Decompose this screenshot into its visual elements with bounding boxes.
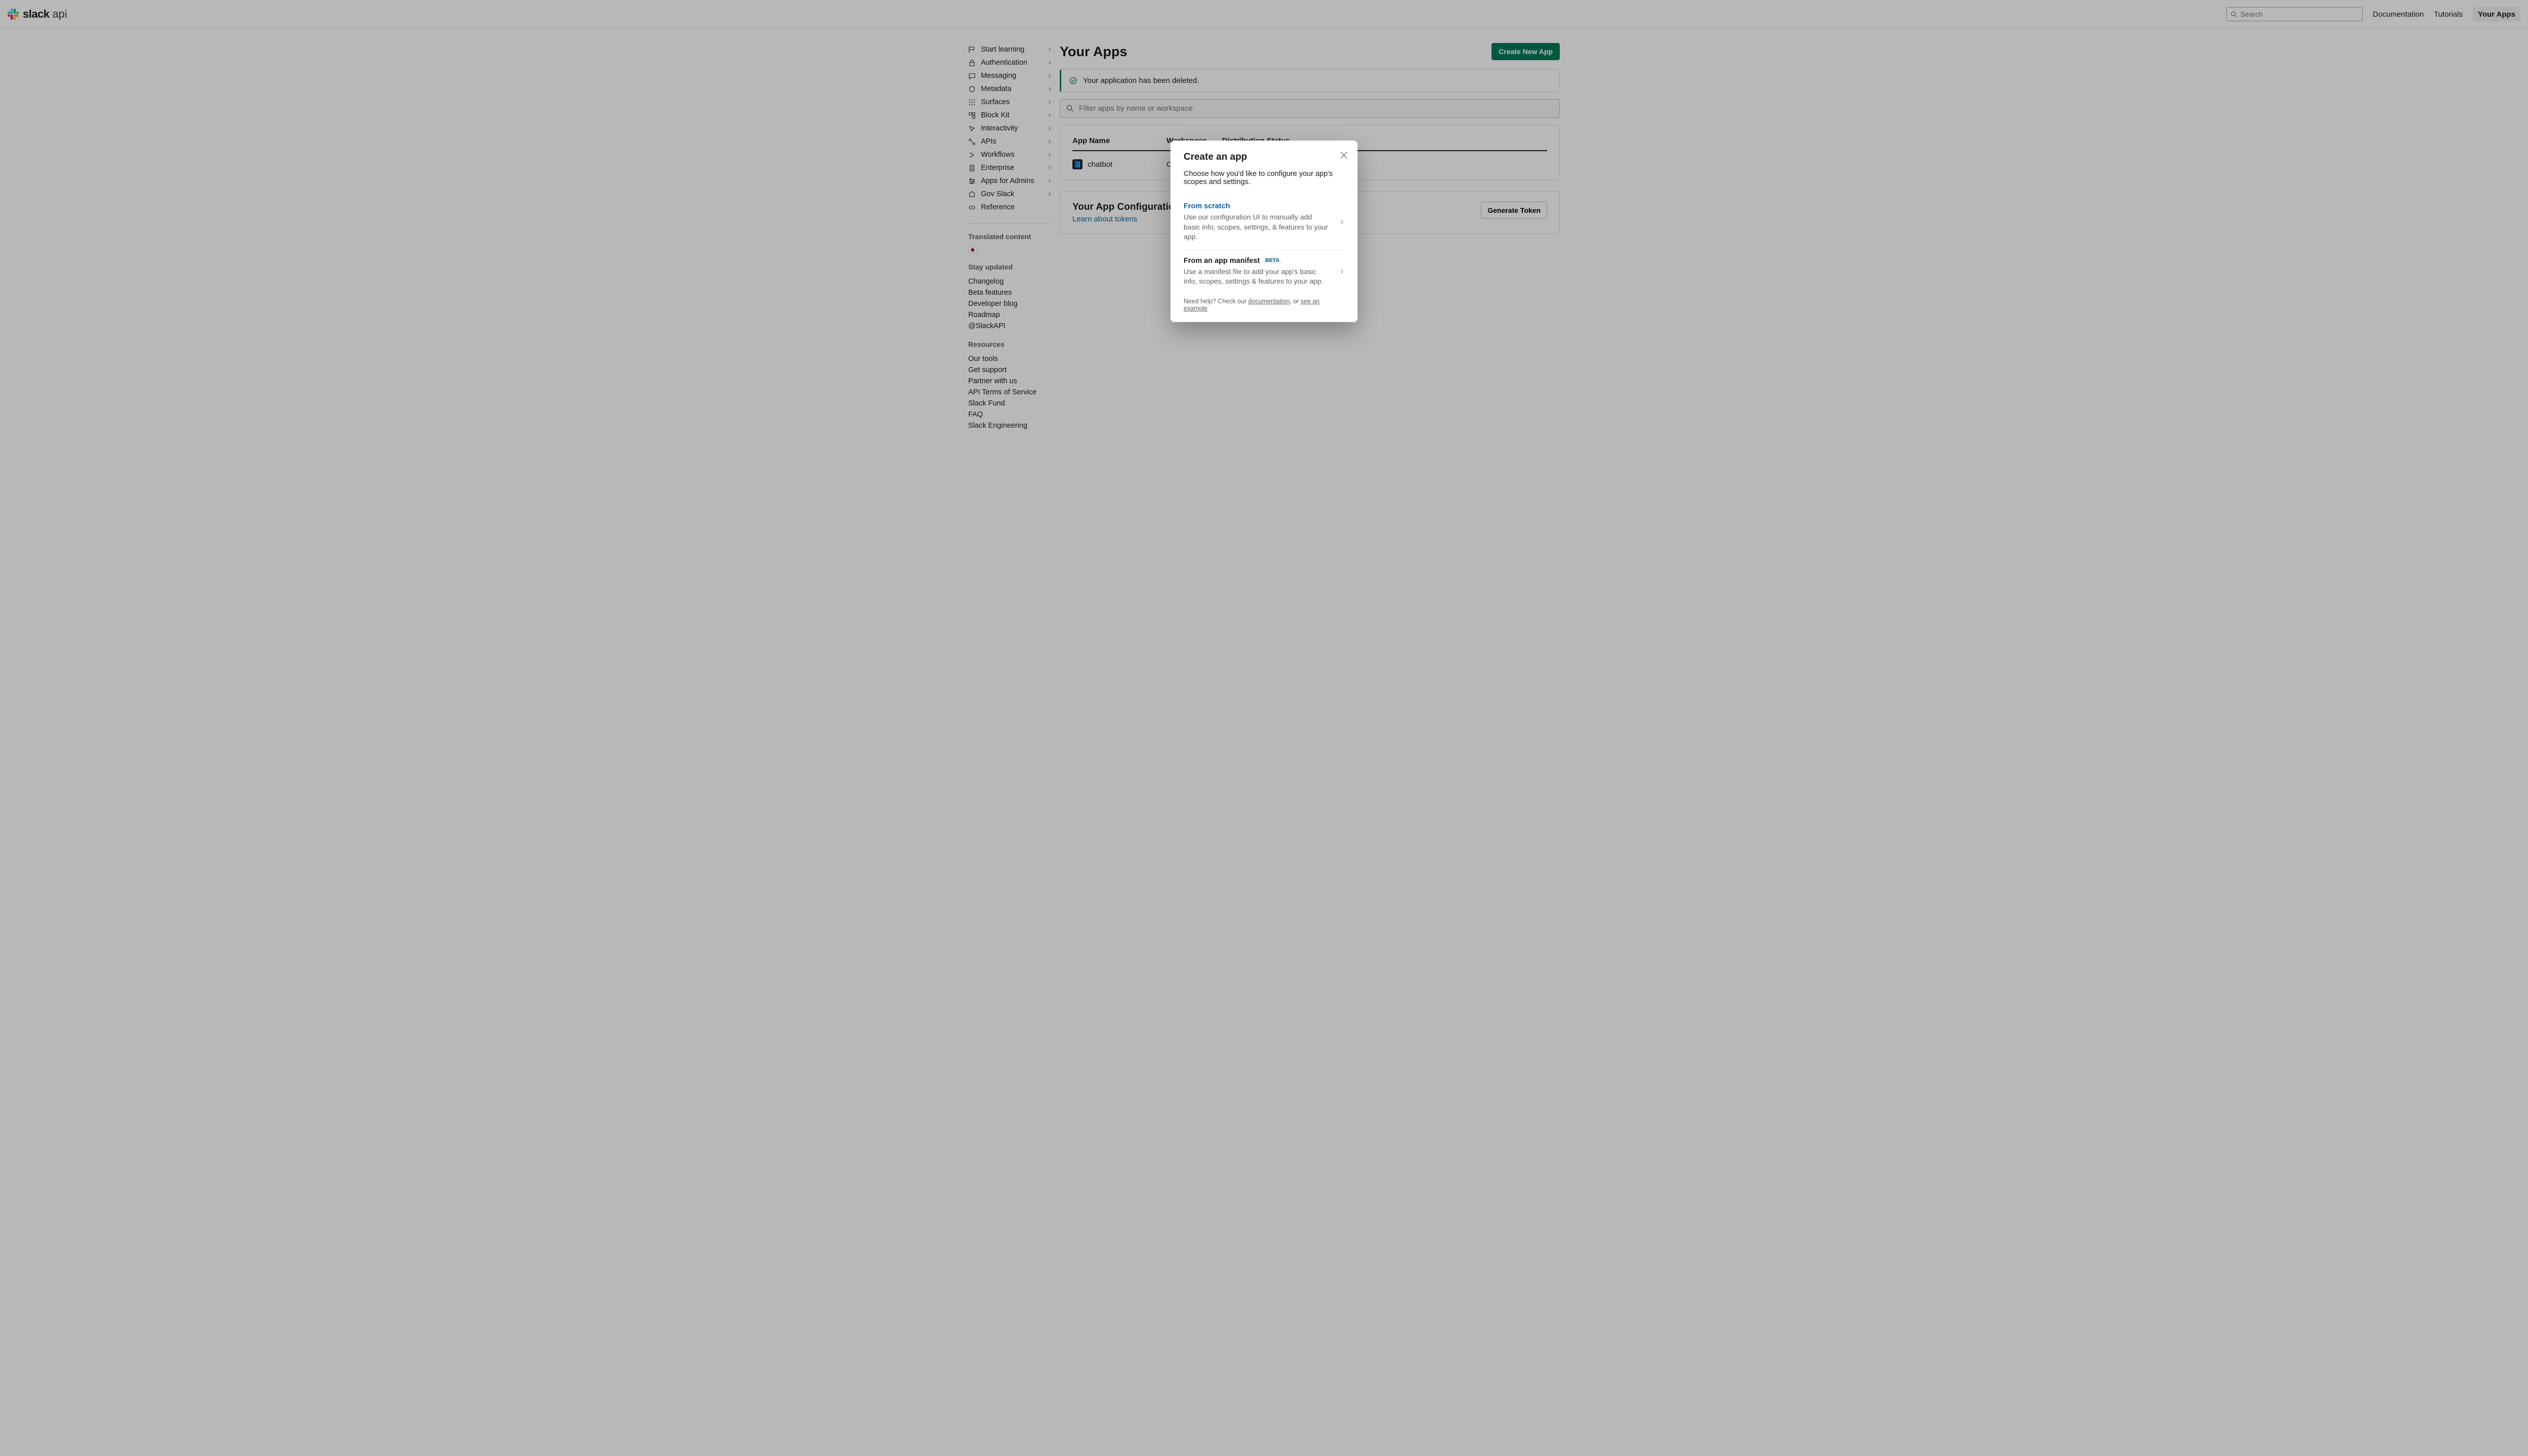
footer-pre: Need help? Check our (1184, 298, 1248, 305)
close-icon[interactable] (1340, 152, 1347, 159)
chevron-right-icon (1339, 269, 1344, 274)
modal-title: Create an app (1184, 152, 1344, 163)
opt2-title: From an app manifest BETA (1184, 257, 1339, 265)
chevron-right-icon (1339, 219, 1344, 224)
option-from-manifest[interactable]: From an app manifest BETA Use a manifest… (1184, 249, 1344, 294)
documentation-link[interactable]: documentation (1248, 298, 1290, 305)
create-app-modal: Create an app Choose how you'd like to c… (1170, 141, 1358, 322)
opt1-title: From scratch (1184, 202, 1339, 210)
opt2-title-text: From an app manifest (1184, 257, 1260, 265)
beta-badge: BETA (1263, 257, 1282, 264)
modal-subtitle: Choose how you'd like to configure your … (1184, 170, 1344, 186)
opt2-desc: Use a manifest file to add your app's ba… (1184, 267, 1339, 287)
opt1-desc: Use our configuration UI to manually add… (1184, 212, 1339, 242)
modal-footer: Need help? Check our documentation, or s… (1184, 298, 1344, 312)
option-from-scratch[interactable]: From scratch Use our configuration UI to… (1184, 195, 1344, 249)
modal-overlay[interactable]: Create an app Choose how you'd like to c… (0, 0, 2528, 1456)
footer-mid: , or (1290, 298, 1301, 305)
